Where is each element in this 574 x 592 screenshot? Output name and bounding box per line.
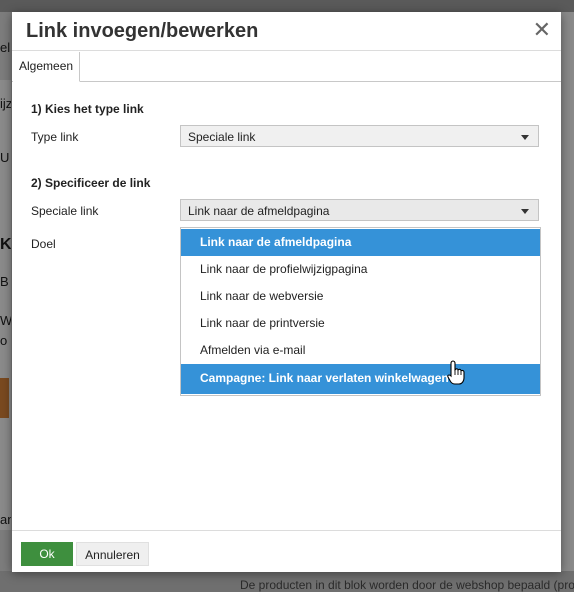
cancel-button[interactable]: Annuleren	[76, 542, 149, 566]
dropdown-option[interactable]: Link naar de printversie	[181, 310, 540, 337]
section-title-type: 1) Kies het type link	[31, 102, 144, 116]
background-orange-block	[0, 378, 9, 418]
background-text-fragment: an	[0, 512, 11, 527]
type-link-select[interactable]: Speciale link	[180, 125, 539, 147]
dropdown-option[interactable]: Link naar de afmeldpagina	[181, 229, 540, 256]
speciale-link-label: Speciale link	[31, 204, 99, 218]
ok-button[interactable]: Ok	[21, 542, 73, 566]
dropdown-option[interactable]: Afmelden via e-mail	[181, 337, 540, 364]
background-text-fragment: o	[0, 333, 8, 348]
tab-algemeen[interactable]: Algemeen	[13, 52, 81, 82]
dropdown-option-hovered[interactable]: Campagne: Link naar verlaten winkelwagen	[181, 364, 540, 394]
background-right-panel	[561, 12, 574, 572]
speciale-link-dropdown: Link naar de afmeldpagina Link naar de p…	[180, 227, 541, 396]
speciale-link-value: Link naar de afmeldpagina	[188, 204, 330, 218]
dialog-footer: Ok Annuleren	[12, 530, 561, 572]
background-text-fragment: K	[0, 236, 11, 253]
tab-bar: Algemeen	[12, 51, 561, 82]
speciale-link-select[interactable]: Link naar de afmeldpagina	[180, 199, 539, 221]
dialog-title: Link invoegen/bewerken	[26, 20, 259, 42]
background-left-content	[0, 80, 11, 530]
section-title-specify: 2) Specificeer de link	[31, 176, 151, 190]
dialog-titlebar: Link invoegen/bewerken ✕	[12, 12, 561, 51]
background-bottom-text: De producten in dit blok worden door de …	[240, 578, 574, 592]
chevron-down-icon	[521, 209, 529, 214]
doel-label: Doel	[31, 237, 56, 251]
dropdown-option[interactable]: Link naar de webversie	[181, 283, 540, 310]
close-icon[interactable]: ✕	[533, 18, 551, 42]
background-top-strip	[0, 0, 574, 12]
background-text-fragment: ijz	[0, 96, 11, 111]
dropdown-option[interactable]: Link naar de profielwijzigpagina	[181, 256, 540, 283]
link-dialog: Link invoegen/bewerken ✕ Algemeen 1) Kie…	[12, 12, 561, 572]
hand-cursor-icon	[447, 360, 465, 385]
chevron-down-icon	[521, 135, 529, 140]
background-text-fragment: el	[0, 40, 11, 55]
background-text-fragment: B	[0, 274, 9, 289]
type-link-label: Type link	[31, 130, 79, 144]
background-text-fragment: U	[0, 150, 10, 165]
type-link-value: Speciale link	[188, 130, 256, 144]
background-text-fragment: W	[0, 313, 11, 328]
